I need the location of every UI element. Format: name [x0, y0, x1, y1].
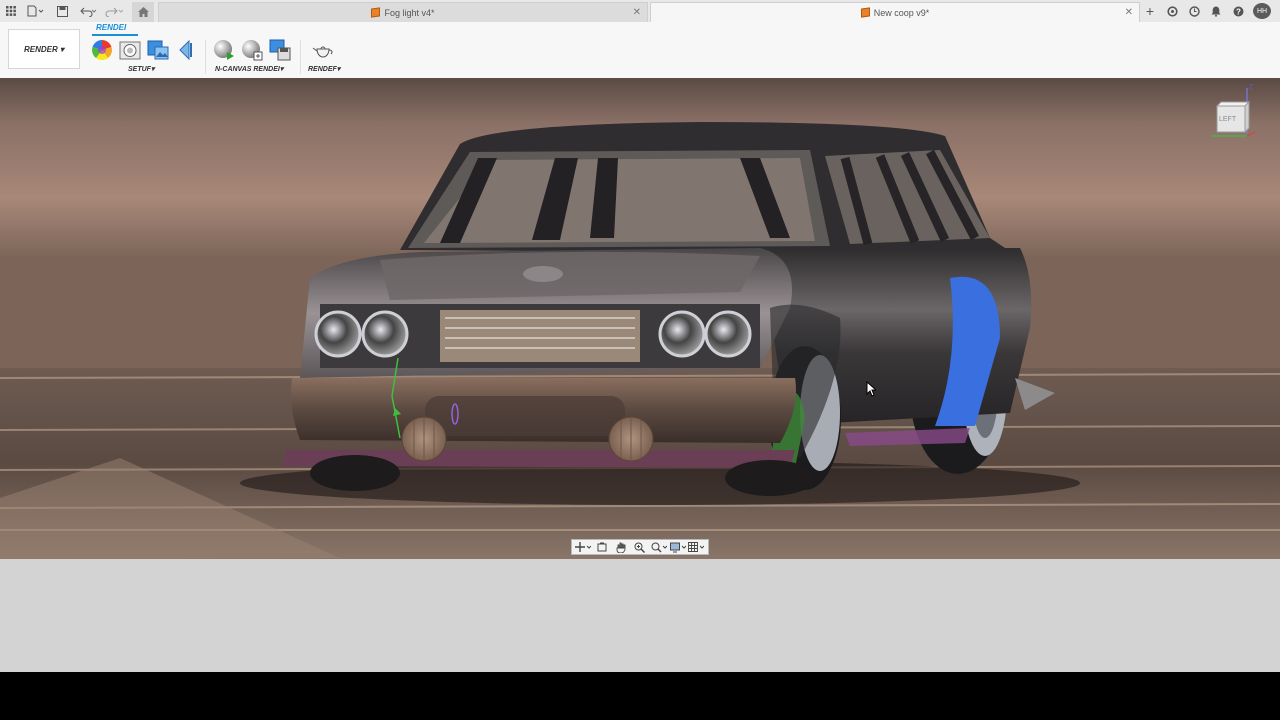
- appearance-icon[interactable]: [91, 39, 113, 61]
- orbit-icon[interactable]: [575, 541, 592, 553]
- texture-map-icon[interactable]: [147, 39, 169, 61]
- pan-icon[interactable]: [613, 541, 629, 553]
- group-separator: [300, 40, 301, 74]
- clock-icon[interactable]: [1187, 3, 1201, 19]
- scene-settings-icon[interactable]: [119, 39, 141, 61]
- tab-render[interactable]: RENDEI: [96, 23, 126, 32]
- viewcube[interactable]: LEFT Z: [1207, 84, 1257, 142]
- save-icon[interactable]: [55, 3, 69, 19]
- file-menu-icon[interactable]: [26, 3, 46, 19]
- add-tab-icon[interactable]: +: [1143, 3, 1157, 19]
- undo-icon[interactable]: [78, 3, 98, 19]
- navigation-bar: [571, 539, 709, 555]
- group-label-setup[interactable]: SETUF▾: [128, 65, 154, 73]
- design-file-icon: [371, 7, 381, 18]
- tab-label: Fog light v4*: [384, 7, 435, 18]
- tab-new-coop[interactable]: New coop v9* ✕: [650, 2, 1140, 22]
- letterbox-bar: [0, 672, 1280, 720]
- render-teapot-icon[interactable]: [312, 39, 334, 61]
- home-icon[interactable]: [132, 2, 154, 22]
- decal-icon[interactable]: [175, 39, 197, 61]
- refresh-icon[interactable]: [1165, 3, 1179, 19]
- render-settings-icon[interactable]: [241, 39, 263, 61]
- rendered-scene: [0, 78, 1280, 559]
- workspace-switcher[interactable]: RENDER ▾: [8, 29, 80, 69]
- empty-panel-area: [0, 559, 1280, 672]
- group-separator: [205, 40, 206, 74]
- mouse-cursor: [866, 380, 878, 397]
- close-tab-icon[interactable]: ✕: [633, 7, 641, 18]
- fit-icon[interactable]: [651, 541, 667, 553]
- apps-grid-icon[interactable]: [4, 3, 18, 19]
- 3d-viewport[interactable]: LEFT Z: [0, 78, 1280, 559]
- title-tab-bar: Fog light v4* ✕ New coop v9* ✕ + ? HH: [0, 0, 1280, 23]
- zoom-icon[interactable]: [632, 541, 648, 553]
- display-settings-icon[interactable]: [669, 541, 686, 553]
- user-avatar[interactable]: HH: [1253, 3, 1271, 19]
- design-file-icon: [860, 7, 870, 18]
- viewcube-axis-label: Z: [1249, 84, 1254, 91]
- viewcube-face-label[interactable]: LEFT: [1219, 116, 1236, 123]
- capture-image-icon[interactable]: [269, 39, 291, 61]
- tab-fog-light[interactable]: Fog light v4* ✕: [158, 2, 648, 22]
- redo-icon[interactable]: [104, 3, 124, 19]
- group-label-in-canvas-render[interactable]: N-CANVAS RENDEI▾: [215, 65, 283, 73]
- svg-text:?: ?: [1236, 7, 1241, 16]
- in-canvas-render-icon[interactable]: [213, 39, 235, 61]
- toolbar-ribbon: RENDER ▾ RENDEI SETUF▾ N-CANVAS RENDEI▾: [0, 22, 1280, 79]
- active-tab-underline: [92, 34, 138, 36]
- tab-label: New coop v9*: [873, 7, 930, 18]
- group-label-render[interactable]: RENDEF▾: [308, 65, 340, 73]
- close-tab-icon[interactable]: ✕: [1125, 7, 1133, 18]
- bell-icon[interactable]: [1209, 3, 1223, 19]
- help-icon[interactable]: ?: [1231, 3, 1245, 19]
- grid-settings-icon[interactable]: [688, 541, 705, 553]
- look-at-icon[interactable]: [594, 541, 610, 553]
